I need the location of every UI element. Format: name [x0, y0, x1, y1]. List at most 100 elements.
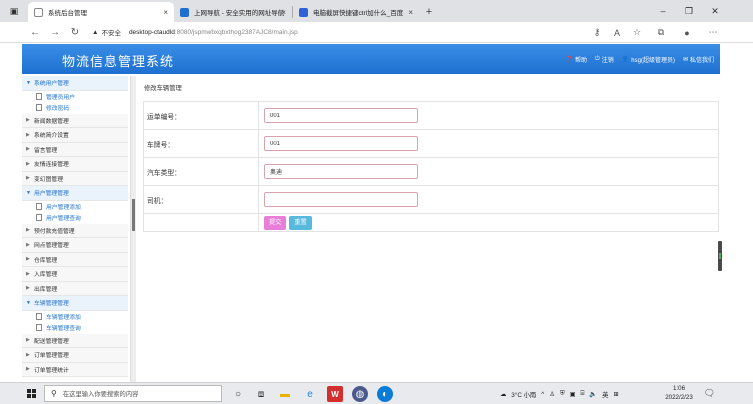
reload-icon[interactable]: ↻ — [65, 27, 85, 38]
network-icon[interactable]: ⌸ — [581, 390, 585, 398]
sidebar-group[interactable]: ▼ 系统用户管理 — [22, 76, 128, 91]
sidebar-group[interactable]: ▶ 订单管理统计 — [22, 362, 128, 377]
minimize-icon[interactable]: – — [650, 0, 676, 22]
waybill-label: 运单编号： — [143, 101, 259, 130]
tray-app-icon[interactable]: ♙ — [549, 391, 555, 398]
power-icon: ⏻ — [595, 56, 600, 62]
sidebar-group[interactable]: ▶ 预付款充值管理 — [22, 223, 128, 238]
sidebar-item[interactable]: 用户管理查询 — [22, 212, 128, 224]
logout-label: 注销 — [601, 58, 614, 64]
collections-icon[interactable]: ⧉ — [650, 22, 672, 43]
sidebar-group[interactable]: ▶ 网点管理管理 — [22, 238, 128, 253]
sidebar-item-label: 网点管理管理 — [34, 243, 69, 250]
restore-icon[interactable]: ❐ — [676, 0, 702, 22]
more-menu-icon[interactable]: ⋯ — [702, 22, 724, 43]
sidebar-group[interactable]: ▶ 入库管理 — [22, 267, 128, 282]
sidebar-item-label: 仓库管理 — [34, 257, 58, 264]
sidebar-group[interactable]: ▼ 车辆管理管理 — [22, 296, 128, 311]
splitter-grip[interactable] — [132, 199, 135, 231]
document-icon — [36, 202, 42, 210]
sidebar-item-label: 配送管理管理 — [34, 338, 69, 345]
browser-tab[interactable]: 电脑截屏快捷键ctrl加什么_百度 × — [293, 2, 419, 22]
notification-icon[interactable]: 🗨 — [703, 387, 716, 400]
address-bar: ← → ↻ ▲ 不安全 desktop-ctaudld :8080/jspmwb… — [0, 22, 753, 43]
close-tab-icon[interactable]: × — [408, 8, 413, 17]
plate-cell — [258, 129, 719, 158]
browser-tab-strip: ▣ 系统后台管理 × 上网导航 - 安全实用的网址导航 × 电脑截屏快捷键ctr… — [0, 0, 753, 22]
browser-tab[interactable]: 上网导航 - 安全实用的网址导航 × — [174, 2, 292, 22]
ime-mode-icon[interactable]: ⊞ — [613, 391, 618, 398]
sidebar-item[interactable]: 修改密码 — [22, 102, 128, 114]
back-icon[interactable]: ← — [25, 27, 45, 38]
close-window-icon[interactable]: ✕ — [702, 0, 728, 22]
key-icon[interactable]: ⚷ — [586, 22, 608, 43]
ime-language[interactable]: 英 — [602, 390, 608, 399]
sidebar-group[interactable]: ▶ 出库管理 — [22, 281, 128, 296]
sidebar-group[interactable]: ▶ 新闻数据管理 — [22, 113, 128, 128]
edit-form: 运单编号： 车牌号： 汽车类型： 司机： 提交重置 — [143, 101, 719, 232]
logout-link[interactable]: ⏻ 注销 — [595, 55, 614, 64]
caret-right-icon: ▶ — [26, 241, 30, 248]
volume-icon[interactable]: 🔈 — [589, 390, 597, 398]
eclipse-icon[interactable]: ◍ — [352, 386, 368, 402]
waybill-input[interactable] — [264, 108, 418, 123]
main-content: 修改车辆管理 运单编号： 车牌号： 汽车类型： 司机： 提交重置 — [137, 76, 720, 382]
help-label: 帮助 — [575, 58, 588, 64]
start-button[interactable] — [22, 383, 40, 404]
weather-text[interactable]: 3°C 小雨 — [511, 390, 536, 399]
caret-right-icon: ▶ — [26, 117, 30, 124]
sidebar-group[interactable]: ▶ 系统简介设置 — [22, 128, 128, 143]
form-row-waybill: 运单编号： — [143, 101, 719, 130]
side-widget-handle[interactable] — [718, 241, 722, 271]
new-tab-icon[interactable]: + — [419, 2, 439, 22]
help-link[interactable]: ❓ 帮助 — [566, 55, 588, 64]
sidebar-item-label: 订单管理统计 — [34, 367, 69, 374]
ie-browser-icon[interactable]: e — [302, 386, 318, 402]
caret-right-icon: ▶ — [26, 366, 30, 373]
windows-logo-icon — [26, 389, 36, 398]
sidebar-group[interactable]: ▶ 友情连接管理 — [22, 157, 128, 172]
cortana-icon[interactable]: ○ — [230, 386, 246, 402]
sidebar-item[interactable]: 管理员用户 — [22, 91, 128, 103]
browser-tab[interactable]: 系统后台管理 × — [28, 2, 174, 22]
sidebar-item[interactable]: 车辆管理添加 — [22, 311, 128, 323]
taskbar-search-input[interactable]: ⚲ 在这里输入你要搜索的内容 — [44, 385, 222, 402]
wps-icon[interactable]: W — [327, 386, 343, 402]
tray-gpu-icon[interactable]: ▣ — [570, 391, 576, 398]
plate-input[interactable] — [264, 136, 418, 151]
sidebar-splitter[interactable] — [130, 76, 136, 382]
submit-button[interactable]: 提交 — [264, 215, 287, 230]
profile-avatar-icon[interactable]: ● — [676, 22, 698, 43]
sidebar-group[interactable]: ▶ 仓库管理 — [22, 252, 128, 267]
driver-input[interactable] — [264, 192, 418, 207]
sidebar-group[interactable]: ▼ 用户管理管理 — [22, 186, 128, 201]
sidebar-group[interactable]: ▶ 配送管理管理 — [22, 333, 128, 348]
task-view-icon[interactable]: ⧈ — [253, 386, 269, 402]
sidebar-item[interactable]: 用户管理添加 — [22, 201, 128, 213]
favorites-icon[interactable]: ☆ — [626, 22, 648, 43]
reset-button[interactable]: 重置 — [289, 215, 312, 230]
shield-icon[interactable]: ⛨ — [560, 390, 565, 398]
window-menu-icon[interactable]: ▣ — [0, 0, 28, 22]
url-input[interactable]: ▲ 不安全 desktop-ctaudld :8080/jspmwbxqbxth… — [92, 25, 612, 40]
page-margin-right — [722, 44, 753, 384]
read-aloud-icon[interactable]: A — [606, 22, 628, 43]
sidebar-group[interactable]: ▶ 留言管理 — [22, 142, 128, 157]
car-type-input[interactable] — [264, 164, 418, 179]
close-tab-icon[interactable]: × — [163, 8, 168, 17]
tray-chevron-icon[interactable]: ^ — [541, 391, 544, 398]
sidebar-item[interactable]: 车辆管理查询 — [22, 322, 128, 334]
user-link[interactable]: 👤 hsg(超级管理员) — [622, 55, 675, 64]
driver-label: 司机： — [143, 185, 259, 214]
clock[interactable]: 1:06 2022/2/23 — [660, 385, 698, 402]
caret-right-icon: ▶ — [26, 160, 30, 167]
sidebar-group[interactable]: ▶ 变幻图管理 — [22, 171, 128, 186]
forward-icon[interactable]: → — [45, 27, 65, 38]
edge-browser-icon[interactable]: ◐ — [377, 386, 393, 402]
close-tab-icon[interactable]: × — [281, 8, 286, 17]
message-link[interactable]: ✉ 私信我们 — [683, 55, 714, 64]
sidebar-group[interactable]: ▶ 订单管理管理 — [22, 348, 128, 363]
tab-title: 电脑截屏快捷键ctrl加什么_百度 — [313, 10, 404, 17]
plate-label: 车牌号： — [143, 129, 259, 158]
file-explorer-icon[interactable]: ▬ — [277, 386, 293, 402]
